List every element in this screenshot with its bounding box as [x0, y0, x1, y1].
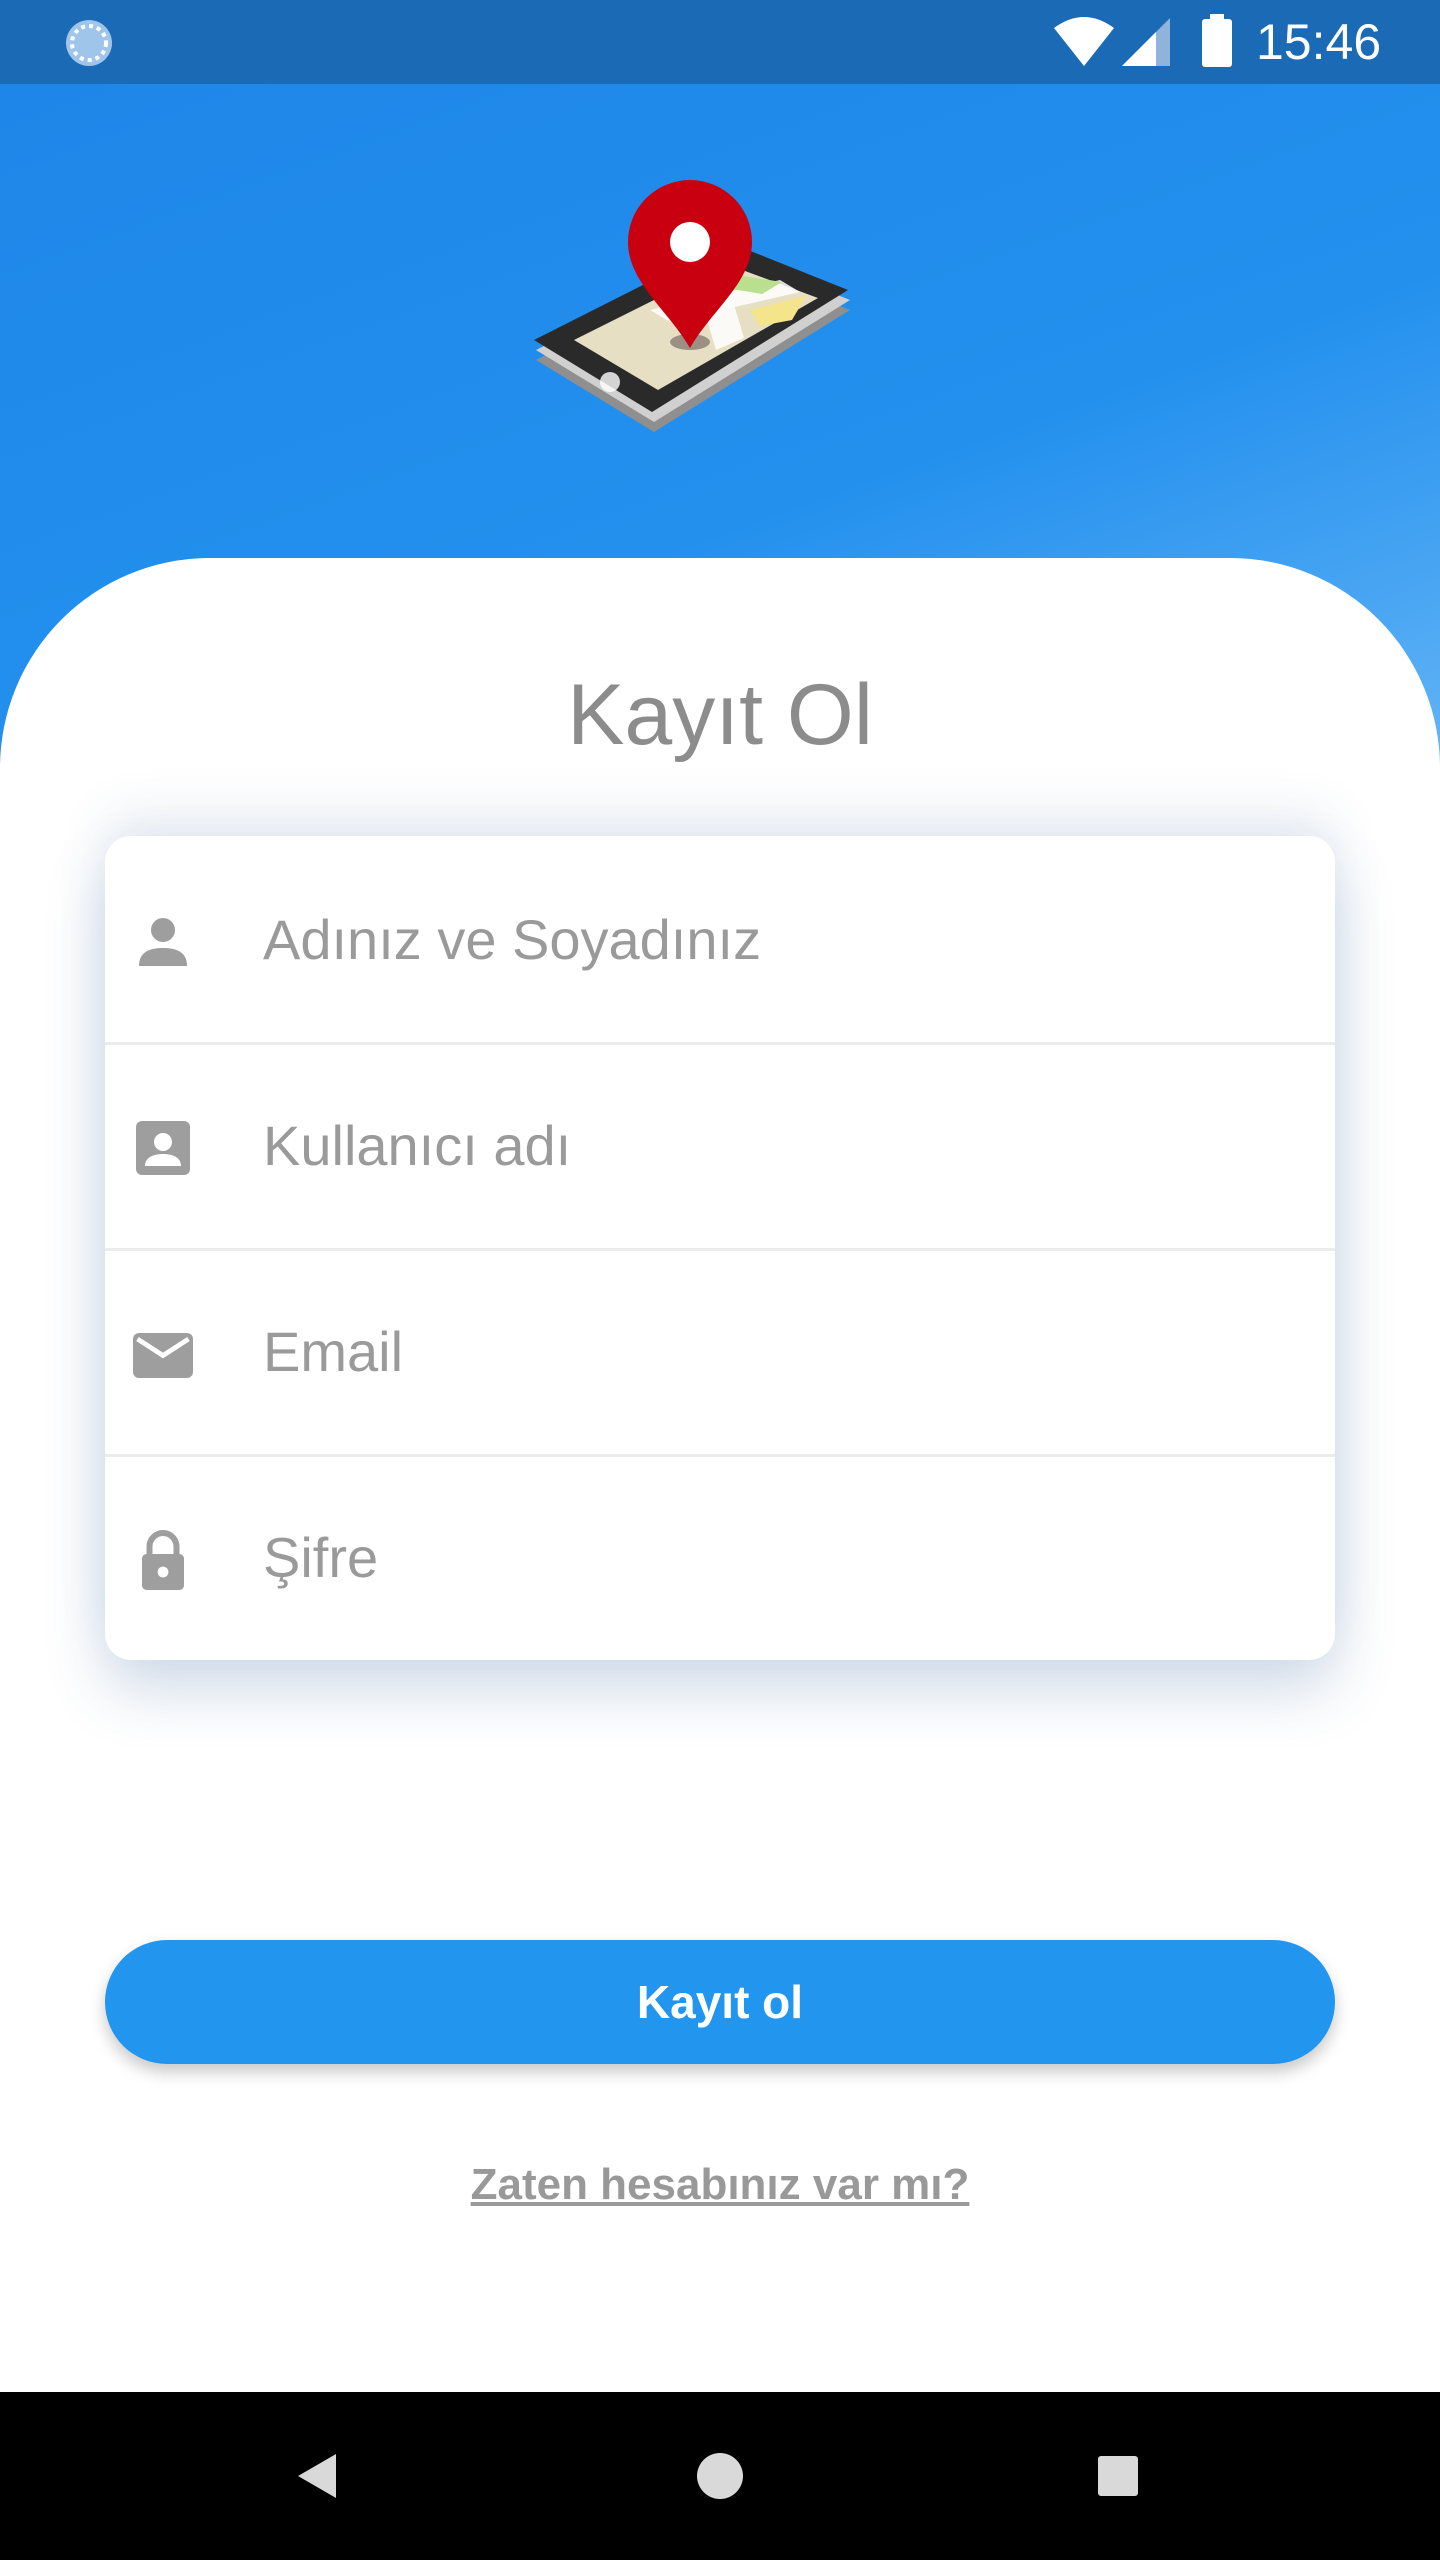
- register-button[interactable]: Kayıt ol: [105, 1940, 1335, 2064]
- signal-icon: [1122, 18, 1170, 66]
- mail-icon: [133, 1333, 193, 1378]
- email-input[interactable]: [263, 1298, 1303, 1404]
- password-field: [105, 1454, 1335, 1660]
- username-input[interactable]: [263, 1092, 1303, 1198]
- page-title: Kayıt Ol: [567, 667, 873, 763]
- wifi-icon: [1054, 17, 1114, 66]
- full-name-input[interactable]: [263, 886, 1303, 992]
- home-icon[interactable]: [680, 2436, 760, 2516]
- status-clock: 15:46: [1256, 14, 1382, 70]
- username-field: [105, 1042, 1335, 1251]
- contact-card-icon: [136, 1121, 190, 1175]
- map-pin-phone-logo: [534, 180, 850, 432]
- recent-apps-icon[interactable]: [1078, 2436, 1158, 2516]
- battery-icon: [1202, 14, 1232, 67]
- back-icon[interactable]: [280, 2436, 360, 2516]
- sync-spinner-icon: [66, 20, 112, 66]
- registration-form: [105, 836, 1335, 1660]
- full-name-field: [105, 836, 1335, 1045]
- password-input[interactable]: [263, 1504, 1303, 1610]
- email-field: [105, 1248, 1335, 1457]
- status-bar: 15:46: [0, 0, 1440, 84]
- lock-icon: [142, 1530, 184, 1590]
- login-link[interactable]: Zaten hesabınız var mı?: [0, 2150, 1440, 2220]
- person-icon: [139, 918, 187, 966]
- navigation-bar: [0, 2392, 1440, 2560]
